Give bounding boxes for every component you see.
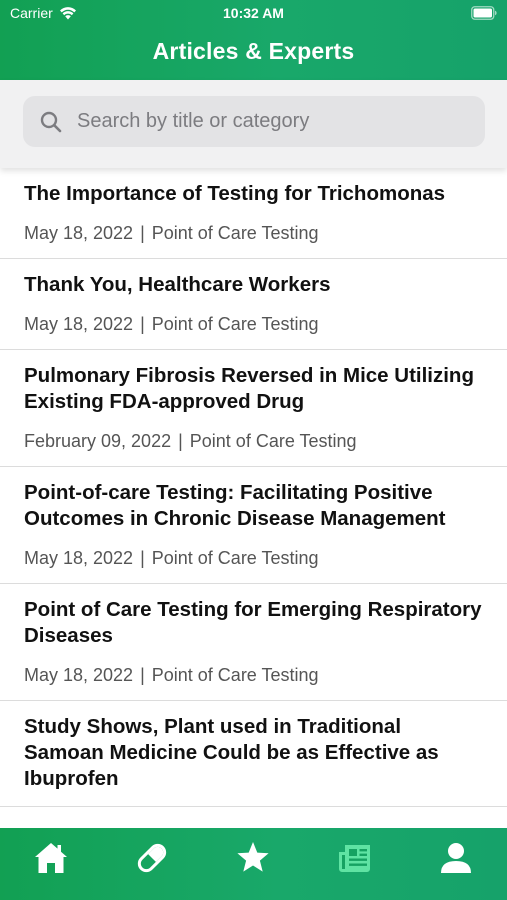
- article-meta: May 18, 2022 | Point of Care Testing: [24, 313, 483, 335]
- article-item[interactable]: Point-of-care Testing: Facilitating Posi…: [0, 467, 507, 584]
- battery-icon: [471, 6, 497, 20]
- article-date: May 18, 2022: [24, 314, 134, 334]
- tab-bar: [0, 828, 507, 900]
- article-item[interactable]: Point of Care Testing for Emerging Respi…: [0, 584, 507, 701]
- meta-separator: |: [140, 223, 145, 243]
- meta-separator: |: [140, 548, 145, 568]
- article-item[interactable]: Thank You, Healthcare Workers May 18, 20…: [0, 259, 507, 350]
- app-header: Carrier 10:32 AM Articles & Experts: [0, 0, 507, 80]
- meta-separator: |: [178, 431, 183, 451]
- tab-profile[interactable]: [426, 828, 486, 888]
- article-category: Point of Care Testing: [189, 431, 357, 451]
- article-date: May 18, 2022: [24, 548, 134, 568]
- article-category: Point of Care Testing: [151, 665, 319, 685]
- meta-separator: |: [140, 314, 145, 334]
- status-bar: Carrier 10:32 AM: [0, 0, 507, 28]
- pill-icon: [137, 843, 167, 873]
- article-title: Pulmonary Fibrosis Reversed in Mice Util…: [24, 364, 474, 413]
- article-category: Point of Care Testing: [151, 314, 319, 334]
- tab-home[interactable]: [21, 828, 81, 888]
- article-item[interactable]: The Importance of Testing for Trichomona…: [0, 168, 507, 259]
- search-icon: [40, 111, 62, 132]
- article-item[interactable]: Pulmonary Fibrosis Reversed in Mice Util…: [0, 350, 507, 467]
- article-date: February 09, 2022: [24, 431, 172, 451]
- search-bar-container: [0, 80, 507, 168]
- article-list: The Importance of Testing for Trichomona…: [0, 168, 507, 828]
- article-title: The Importance of Testing for Trichomona…: [24, 182, 446, 205]
- article-title: Point of Care Testing for Emerging Respi…: [24, 598, 482, 647]
- article-meta: May 18, 2022 | Point of Care Testing: [24, 664, 483, 686]
- tab-articles[interactable]: [325, 828, 385, 888]
- article-date: May 18, 2022: [24, 223, 134, 243]
- article-meta: February 09, 2022 | Point of Care Testing: [24, 430, 483, 452]
- article-category: Point of Care Testing: [151, 548, 319, 568]
- search-box[interactable]: [23, 96, 485, 147]
- article-item[interactable]: Study Shows, Plant used in Traditional S…: [0, 701, 507, 807]
- tab-favorites[interactable]: [223, 828, 283, 888]
- article-category: Point of Care Testing: [151, 223, 319, 243]
- article-title: Thank You, Healthcare Workers: [24, 273, 331, 296]
- search-input[interactable]: [77, 110, 457, 133]
- user-icon: [441, 843, 472, 873]
- article-title: Study Shows, Plant used in Traditional S…: [24, 715, 439, 790]
- tab-medications[interactable]: [122, 828, 182, 888]
- article-date: May 18, 2022: [24, 665, 134, 685]
- home-icon: [34, 843, 67, 873]
- article-meta: May 18, 2022 | Point of Care Testing: [24, 547, 483, 569]
- article-meta: May 18, 2022 | Point of Care Testing: [24, 222, 483, 244]
- meta-separator: |: [140, 665, 145, 685]
- page-title: Articles & Experts: [152, 38, 355, 64]
- status-time: 10:32 AM: [223, 5, 284, 21]
- newspaper-icon: [338, 845, 370, 872]
- star-icon: [237, 842, 270, 872]
- article-title: Point-of-care Testing: Facilitating Posi…: [24, 481, 446, 530]
